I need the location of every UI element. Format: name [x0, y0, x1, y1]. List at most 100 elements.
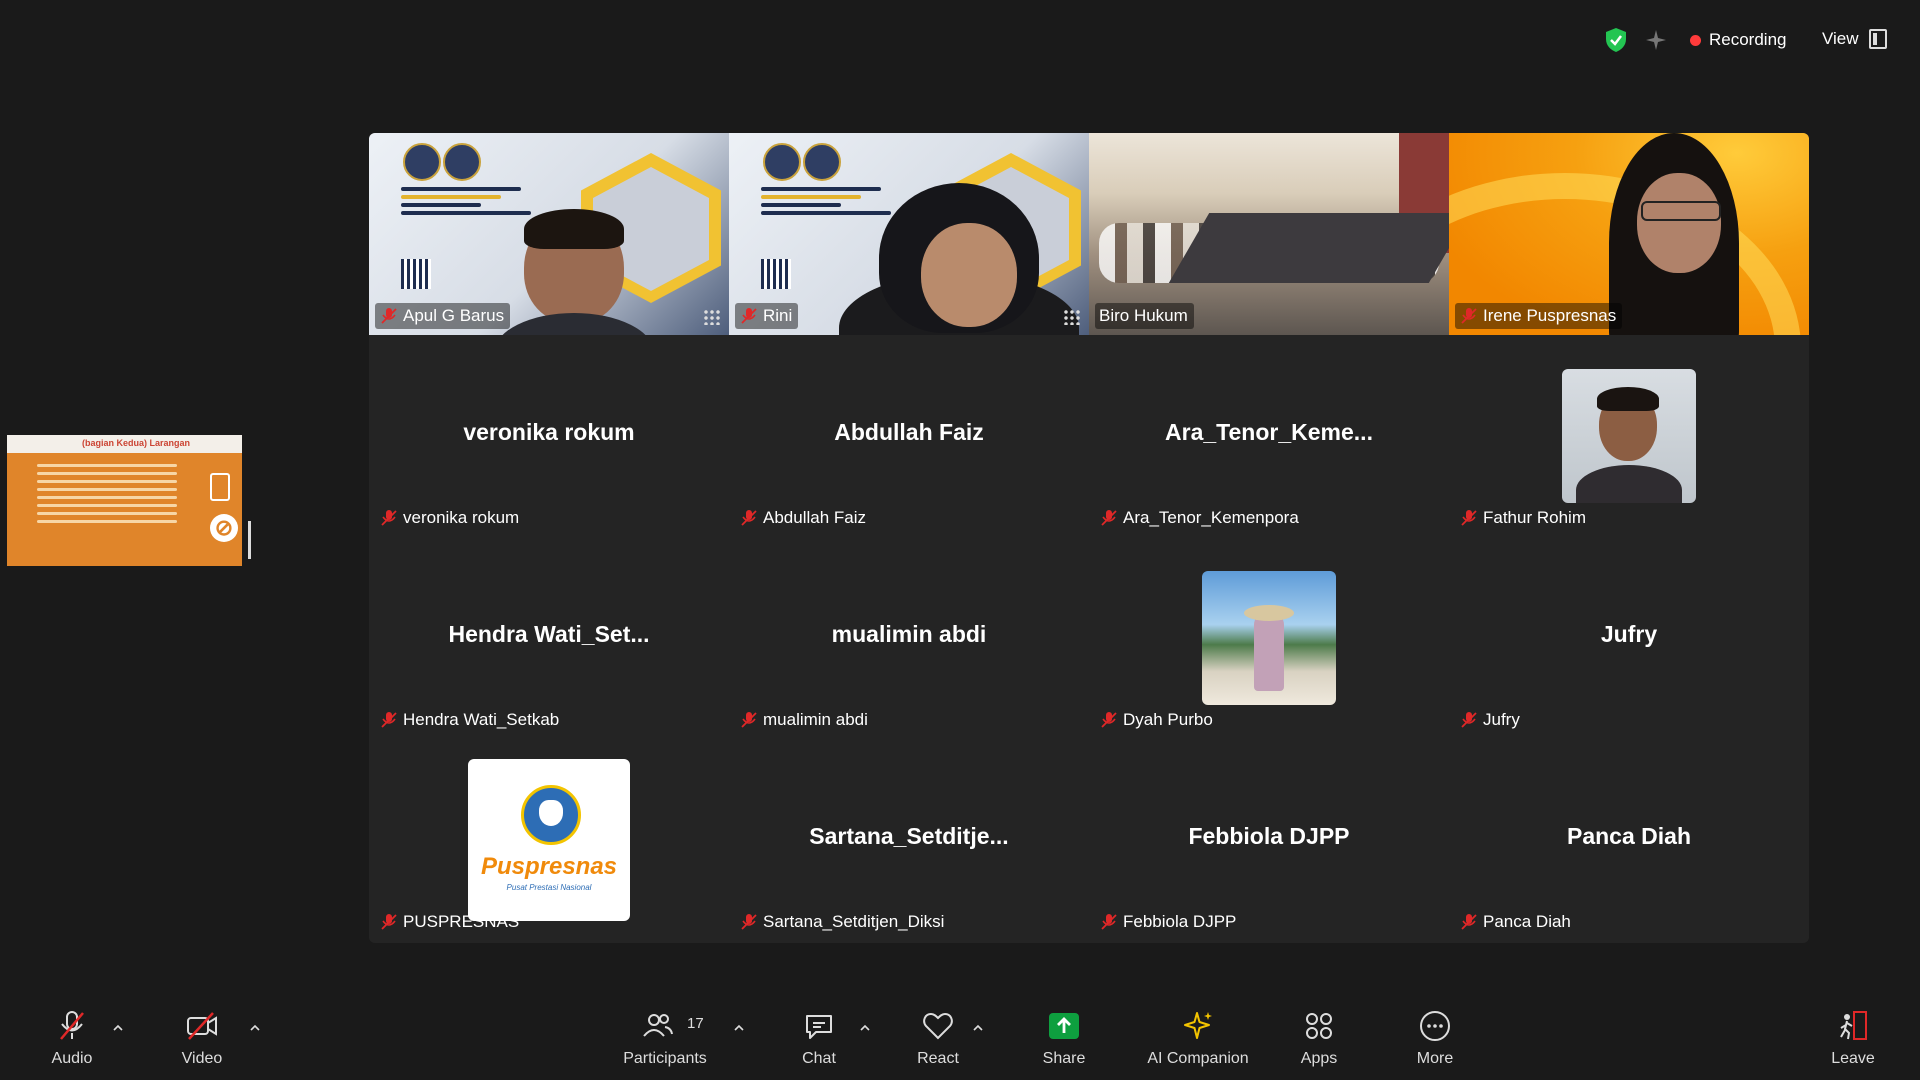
- puspresnas-tagline: Pusat Prestasi Nasional: [506, 883, 592, 892]
- shared-screen-thumbnail[interactable]: (bagian Kedua) Larangan ⊘: [7, 435, 242, 566]
- chat-button[interactable]: Chat: [774, 1009, 864, 1068]
- participant-name-tag: Fathur Rohim: [1455, 505, 1592, 531]
- react-label: React: [917, 1050, 959, 1067]
- mic-muted-icon: [381, 914, 397, 930]
- leave-exit-icon: [1840, 1011, 1867, 1040]
- meeting-topbar: Recording View: [0, 0, 1920, 80]
- apps-label: Apps: [1300, 1050, 1338, 1067]
- video-camera-off-icon: [187, 1012, 217, 1040]
- slide-header: (bagian Kedua) Larangan: [7, 435, 242, 453]
- mic-muted-icon: [741, 308, 757, 324]
- mic-muted-icon: [381, 712, 397, 728]
- background-text: [761, 183, 911, 219]
- tile-options-icon[interactable]: [703, 309, 721, 325]
- more-label: More: [1416, 1050, 1454, 1067]
- more-button[interactable]: More: [1390, 1009, 1480, 1068]
- thumbnail-resize-handle[interactable]: [248, 521, 251, 559]
- participant-tile-rini[interactable]: Rini: [729, 133, 1089, 335]
- traffic-light-icon: [210, 473, 230, 501]
- react-options-chevron-icon[interactable]: [971, 1021, 985, 1035]
- mic-muted-icon: [1461, 510, 1477, 526]
- heart-icon: [923, 1012, 953, 1040]
- react-button[interactable]: React: [893, 1009, 983, 1068]
- puspresnas-emblem: [521, 785, 581, 845]
- ai-sparkle-icon: [1184, 1012, 1212, 1039]
- participant-display-name: Panca Diah: [1567, 823, 1691, 849]
- participant-tile-dyah[interactable]: Dyah Purbo: [1089, 537, 1449, 739]
- participant-avatar: [1562, 369, 1696, 503]
- qr-code: [401, 259, 431, 289]
- mic-muted-icon: [381, 510, 397, 526]
- mic-muted-icon: [1101, 712, 1117, 728]
- ai-companion-button[interactable]: AI Companion: [1147, 1009, 1249, 1068]
- participant-name-tag: Ara_Tenor_Kemenpora: [1095, 505, 1305, 531]
- ai-companion-sparkle-icon[interactable]: [1644, 28, 1668, 52]
- participant-display-name: Jufry: [1600, 621, 1658, 647]
- participant-tile-hendra[interactable]: Hendra Wati_Set... Hendra Wati_Setkab: [369, 537, 729, 739]
- participant-tile-irene[interactable]: Irene Puspresnas: [1449, 133, 1809, 335]
- more-ellipsis-icon: [1420, 1011, 1450, 1041]
- audio-label: Audio: [51, 1050, 93, 1067]
- share-label: Share: [1042, 1050, 1086, 1067]
- video-button[interactable]: Video: [157, 1009, 247, 1068]
- encryption-shield-icon[interactable]: [1604, 27, 1628, 53]
- audio-options-chevron-icon[interactable]: [111, 1021, 125, 1035]
- participant-name-tag: PUSPRESNAS: [375, 909, 525, 935]
- participants-label: Participants: [623, 1050, 707, 1067]
- participant-tile-abdullah[interactable]: Abdullah Faiz Abdullah Faiz: [729, 335, 1089, 537]
- participants-count: 17: [687, 1015, 704, 1032]
- ministry-logo: [763, 143, 801, 181]
- participant-avatar: [1202, 571, 1336, 705]
- participant-tile-fathur[interactable]: Fathur Rohim: [1449, 335, 1809, 537]
- participant-tile-biro-hukum[interactable]: Biro Hukum: [1089, 133, 1449, 335]
- participant-display-name: Ara_Tenor_Keme...: [1165, 419, 1373, 445]
- djpp-logo: [443, 143, 481, 181]
- mic-muted-icon: [741, 712, 757, 728]
- share-button[interactable]: Share: [1019, 1009, 1109, 1068]
- participants-icon: [643, 1014, 673, 1037]
- participant-tile-ara[interactable]: Ara_Tenor_Keme... Ara_Tenor_Kemenpora: [1089, 335, 1449, 537]
- mic-muted-icon: [1461, 712, 1477, 728]
- leave-label: Leave: [1831, 1050, 1875, 1067]
- participant-name-tag: Abdullah Faiz: [735, 505, 872, 531]
- mic-muted-icon: [1461, 308, 1477, 324]
- apps-button[interactable]: Apps: [1274, 1009, 1364, 1068]
- view-button[interactable]: View: [1822, 29, 1887, 49]
- djpp-logo: [803, 143, 841, 181]
- chat-bubble-icon: [806, 1015, 832, 1039]
- participants-options-chevron-icon[interactable]: [732, 1021, 746, 1035]
- leave-button[interactable]: Leave: [1808, 1009, 1898, 1068]
- participant-tile-jufry[interactable]: Jufry Jufry: [1449, 537, 1809, 739]
- mic-muted-icon: [1101, 510, 1117, 526]
- participant-tile-sartana[interactable]: Sartana_Setditje... Sartana_Setditjen_Di…: [729, 739, 1089, 941]
- participant-tile-veronika[interactable]: veronika rokum veronika rokum: [369, 335, 729, 537]
- mic-muted-icon: [1101, 914, 1117, 930]
- chat-options-chevron-icon[interactable]: [858, 1021, 872, 1035]
- puspresnas-wordmark: Puspresnas: [480, 853, 618, 880]
- participant-tile-panca[interactable]: Panca Diah Panca Diah: [1449, 739, 1809, 941]
- participant-name-tag: Dyah Purbo: [1095, 707, 1219, 733]
- participant-name-tag: Sartana_Setditjen_Diksi: [735, 909, 950, 935]
- prohibited-icon: ⊘: [210, 514, 238, 542]
- view-layout-icon: [1868, 29, 1887, 49]
- participant-tile-puspresnas[interactable]: Puspresnas Pusat Prestasi Nasional PUSPR…: [369, 739, 729, 941]
- recording-indicator[interactable]: Recording: [1690, 30, 1787, 50]
- participant-name-tag: Biro Hukum: [1095, 303, 1194, 329]
- mic-muted-icon: [741, 914, 757, 930]
- share-screen-icon: [1049, 1013, 1079, 1039]
- participant-avatar: Puspresnas Pusat Prestasi Nasional: [468, 759, 630, 921]
- background-text: [401, 183, 551, 219]
- participant-tile-apul[interactable]: Apul G Barus: [369, 133, 729, 335]
- participant-display-name: Hendra Wati_Set...: [448, 621, 650, 647]
- recording-dot-icon: [1690, 34, 1701, 46]
- audio-button[interactable]: Audio: [27, 1009, 117, 1068]
- participant-tile-febbiola[interactable]: Febbiola DJPP Febbiola DJPP: [1089, 739, 1449, 941]
- participant-name-tag: Hendra Wati_Setkab: [375, 707, 565, 733]
- participant-display-name: Abdullah Faiz: [834, 419, 984, 445]
- participant-display-name: veronika rokum: [463, 419, 635, 445]
- participant-name-tag: Febbiola DJPP: [1095, 909, 1242, 935]
- participant-name-tag: Irene Puspresnas: [1455, 303, 1623, 329]
- tile-options-icon[interactable]: [1063, 309, 1081, 325]
- participant-tile-mualimin[interactable]: mualimin abdi mualimin abdi: [729, 537, 1089, 739]
- video-options-chevron-icon[interactable]: [248, 1021, 262, 1035]
